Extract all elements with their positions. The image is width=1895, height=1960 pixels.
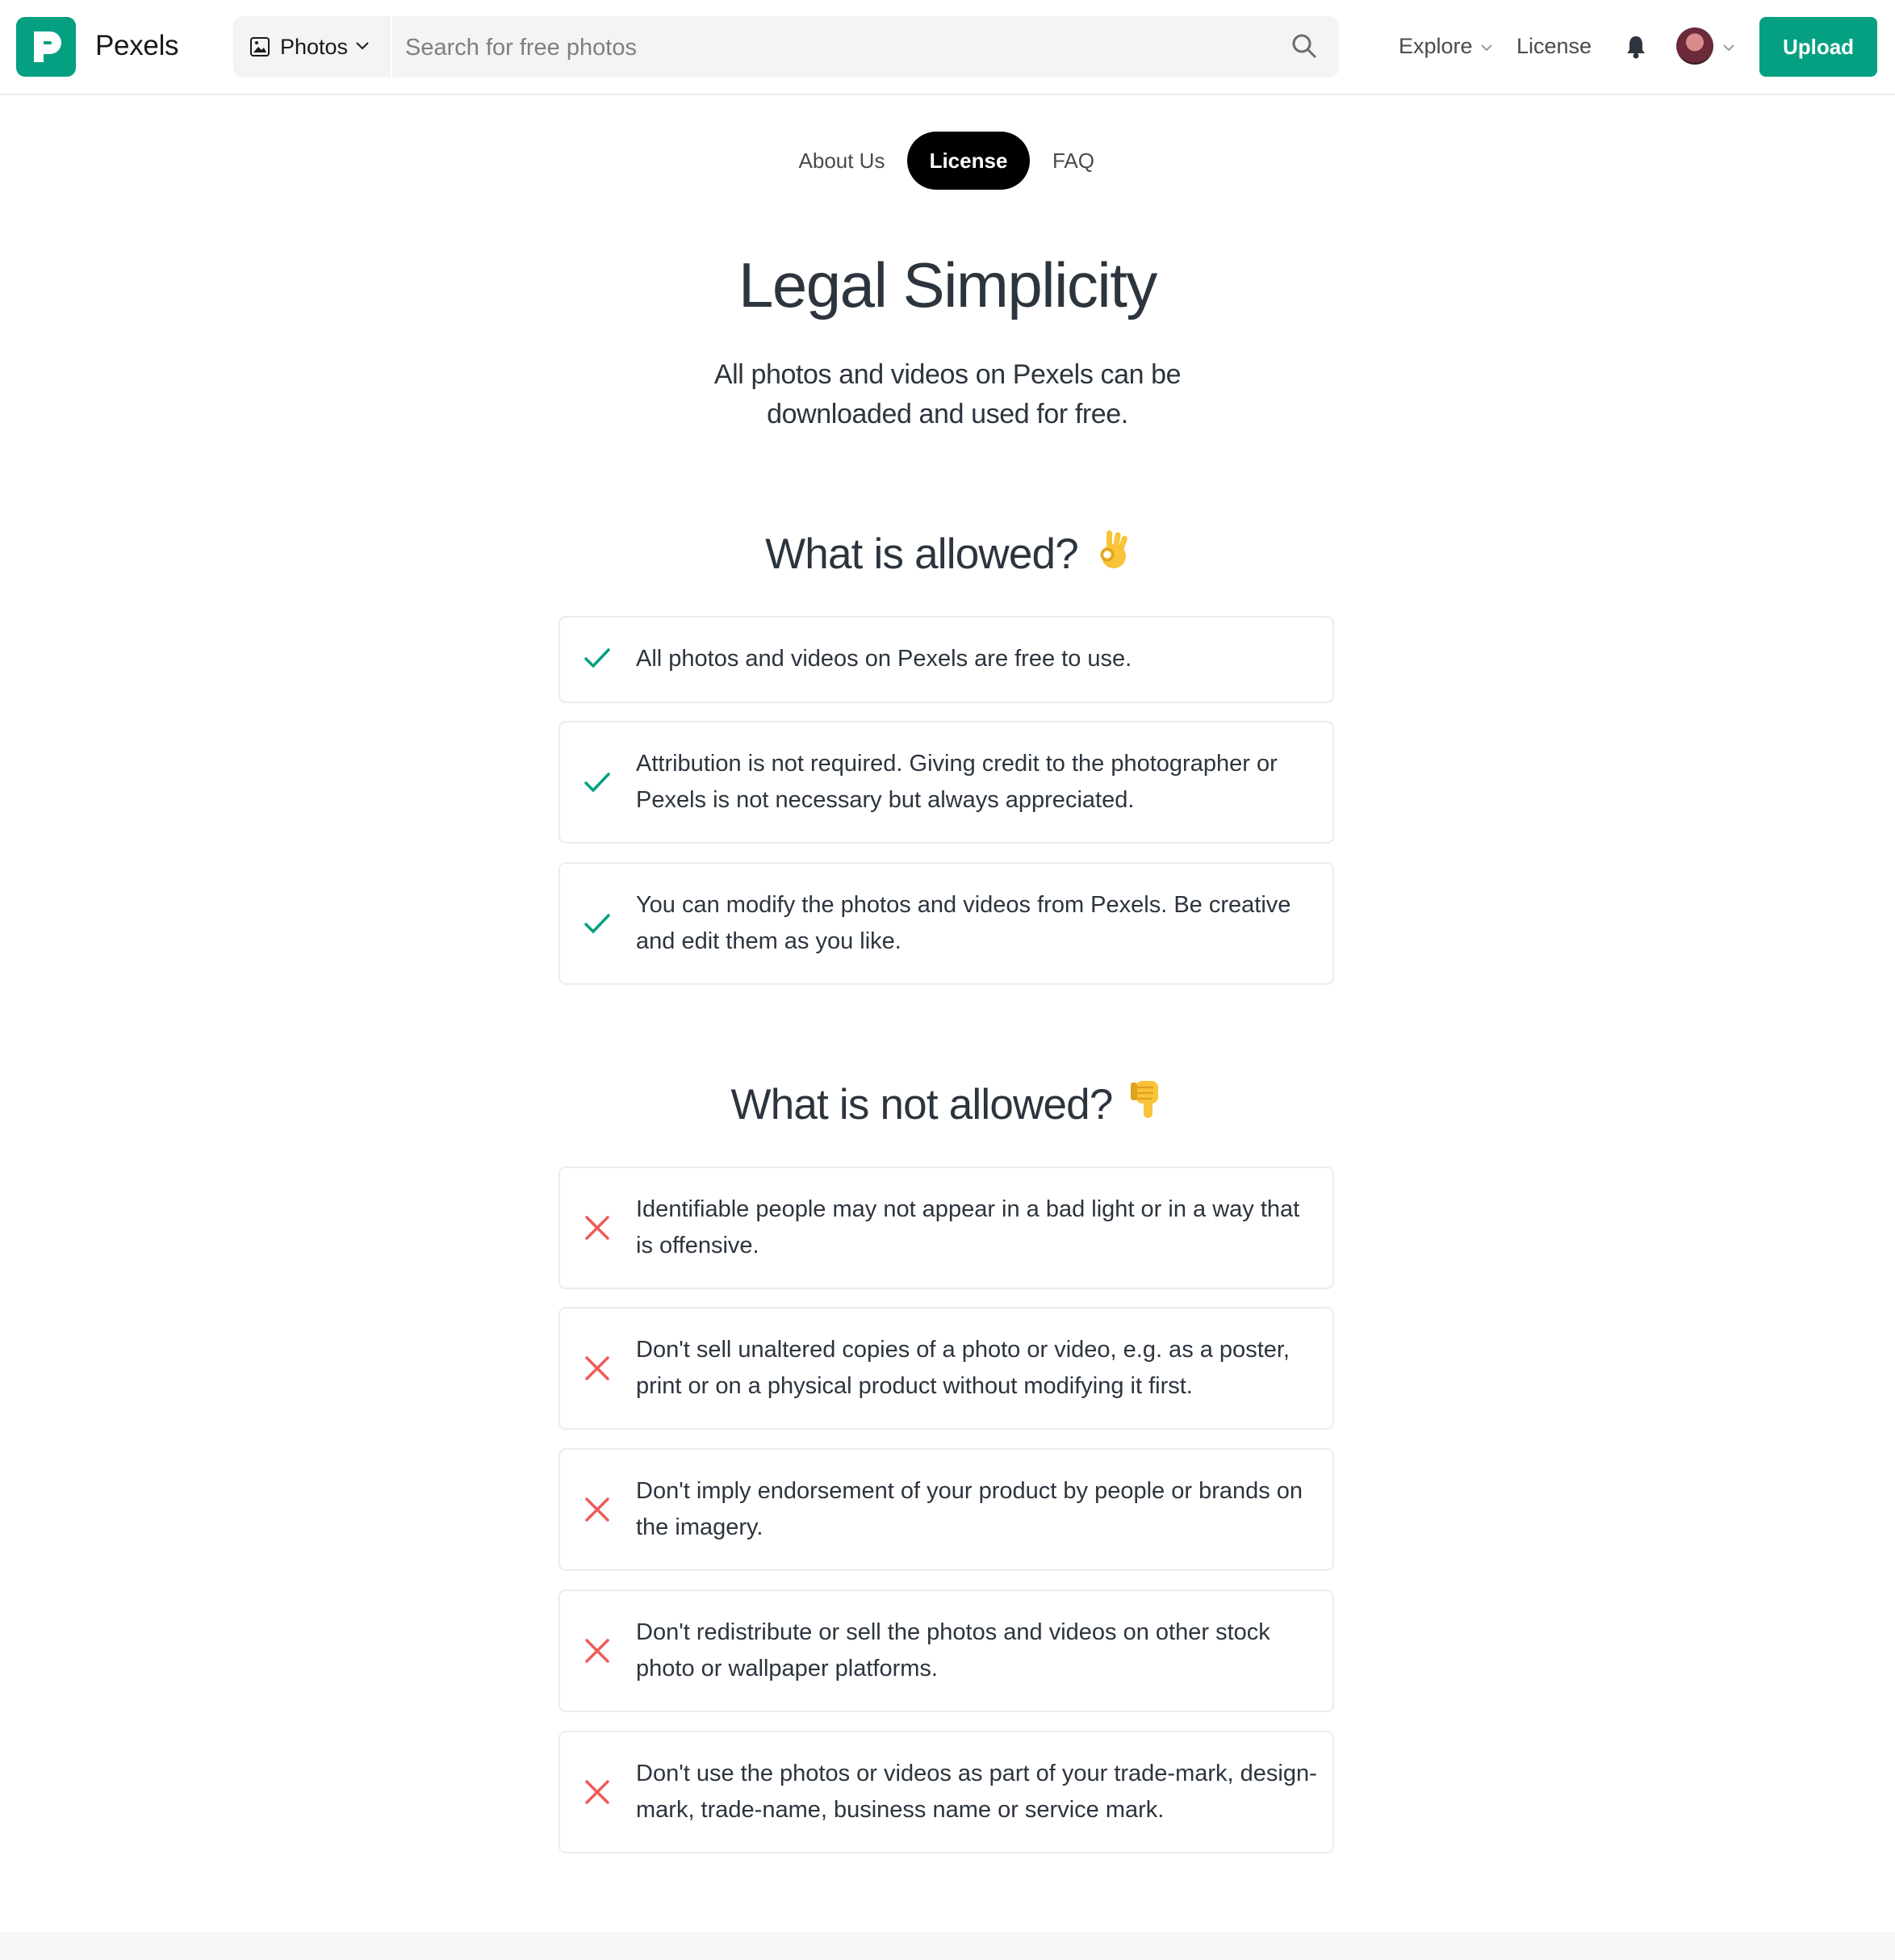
tab-license[interactable]: License: [907, 132, 1030, 190]
allowed-item: You can modify the photos and videos fro…: [558, 862, 1334, 985]
allowed-heading-text: What is allowed?: [765, 530, 1079, 578]
upload-button[interactable]: Upload: [1759, 17, 1877, 77]
close-icon: [583, 1495, 612, 1528]
brand-name[interactable]: Pexels: [95, 30, 179, 62]
ok-hand-emoji-icon: [1094, 527, 1130, 581]
page-subtitle: All photos and videos on Pexels can be d…: [713, 359, 1182, 429]
chevron-down-icon[interactable]: [1480, 41, 1493, 56]
page-title: Legal Simplicity: [738, 249, 1157, 320]
not-allowed-item-text: Don't imply endorsement of your product …: [636, 1478, 1303, 1540]
search-input[interactable]: [404, 26, 1262, 69]
search-icon[interactable]: [1291, 32, 1318, 64]
media-type-label: Photos: [280, 35, 349, 59]
check-icon: [583, 909, 612, 942]
allowed-item-text: All photos and videos on Pexels are free…: [636, 646, 1132, 672]
close-icon: [583, 1354, 612, 1387]
not-allowed-heading-text: What is not allowed?: [730, 1081, 1113, 1129]
not-allowed-item: Don't redistribute or sell the photos an…: [558, 1589, 1334, 1712]
allowed-item: All photos and videos on Pexels are free…: [558, 616, 1334, 703]
not-allowed-item-text: Don't redistribute or sell the photos an…: [636, 1619, 1270, 1681]
not-allowed-item-text: Identifiable people may not appear in a …: [636, 1196, 1300, 1259]
media-type-select[interactable]: Photos: [233, 16, 392, 77]
not-allowed-item: Don't imply endorsement of your product …: [558, 1448, 1334, 1571]
notification-bell-icon[interactable]: [1624, 34, 1648, 64]
footer-strip: [0, 1932, 1895, 1960]
close-icon: [583, 1636, 612, 1669]
close-icon: [583, 1213, 612, 1246]
close-icon: [583, 1778, 612, 1811]
nav-explore[interactable]: Explore: [1399, 34, 1473, 59]
thumbs-down-emoji-icon: [1129, 1078, 1165, 1132]
not-allowed-item-text: Don't use the photos or videos as part o…: [636, 1761, 1317, 1823]
tab-about-us[interactable]: About Us: [781, 132, 902, 190]
top-navbar: Pexels Photos Explore Licens: [0, 0, 1895, 95]
pexels-logo-icon[interactable]: [16, 17, 76, 77]
allowed-item-text: Attribution is not required. Giving cred…: [636, 751, 1278, 813]
not-allowed-item: Identifiable people may not appear in a …: [558, 1166, 1334, 1289]
search-bar: Photos: [233, 16, 1339, 77]
image-icon: [249, 36, 270, 61]
not-allowed-item: Don't use the photos or videos as part o…: [558, 1731, 1334, 1853]
allowed-item: Attribution is not required. Giving cred…: [558, 721, 1334, 844]
chevron-down-icon[interactable]: [1722, 41, 1735, 56]
chevron-down-icon: [355, 40, 370, 55]
user-avatar[interactable]: [1676, 27, 1713, 65]
check-icon: [583, 643, 612, 676]
nav-license[interactable]: License: [1516, 34, 1592, 59]
not-allowed-heading: What is not allowed?: [0, 1080, 1895, 1135]
check-icon: [583, 768, 612, 801]
not-allowed-item: Don't sell unaltered copies of a photo o…: [558, 1307, 1334, 1430]
allowed-item-text: You can modify the photos and videos fro…: [636, 892, 1291, 954]
allowed-heading: What is allowed?: [0, 530, 1895, 584]
tab-faq[interactable]: FAQ: [1041, 132, 1106, 190]
not-allowed-item-text: Don't sell unaltered copies of a photo o…: [636, 1337, 1290, 1399]
